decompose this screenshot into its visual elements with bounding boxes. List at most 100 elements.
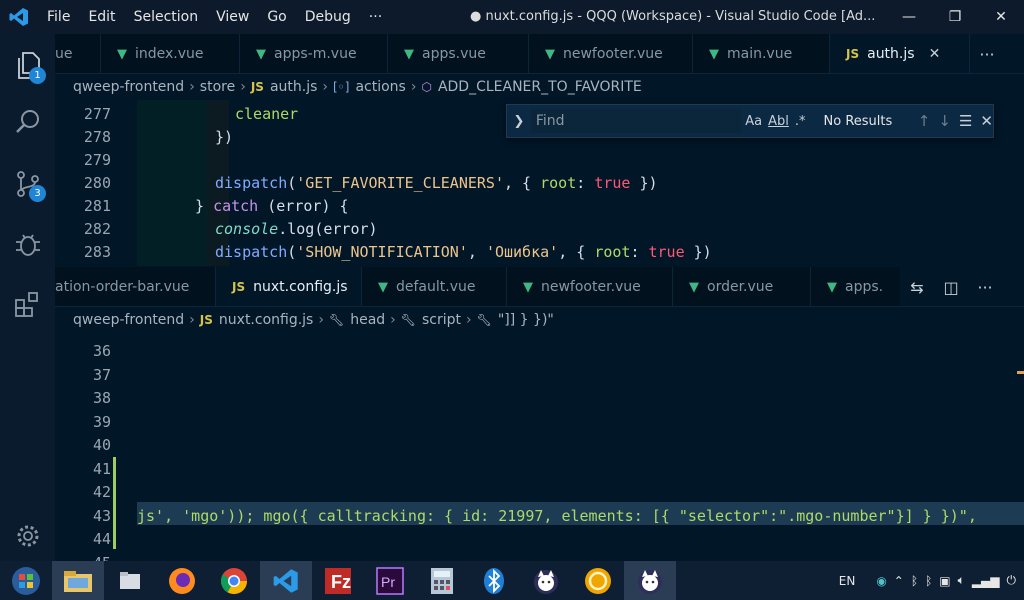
code-line[interactable]: 280 dispatch('GET_FAVORITE_CLEANERS', { r… [55, 172, 1024, 195]
compare-changes-icon[interactable]: ⇆ [900, 278, 934, 297]
tab-default-vue[interactable]: ▼ default.vue [362, 267, 507, 306]
taskbar-firefox[interactable] [156, 561, 208, 600]
tab-newfooter-vue[interactable]: ▼ newfooter.vue [507, 267, 673, 306]
menu-more[interactable]: ··· [360, 0, 391, 34]
taskbar-premiere[interactable]: Pr [364, 561, 416, 600]
breadcrumb-item[interactable]: head [350, 312, 385, 328]
menu-selection[interactable]: Selection [125, 0, 208, 34]
menu-edit[interactable]: Edit [79, 0, 124, 34]
settings-button[interactable] [0, 508, 55, 564]
chevron-right-icon[interactable]: ❯ [507, 114, 531, 129]
code-line[interactable]: 40 [55, 434, 1024, 457]
breadcrumb-item[interactable]: ADD_CLEANER_TO_FAVORITE [438, 79, 642, 95]
close-icon[interactable]: ✕ [929, 46, 941, 62]
code-line[interactable]: 38 [55, 387, 1024, 410]
breadcrumb-item[interactable]: store [200, 79, 235, 95]
code-line[interactable]: 43 js', 'mgo')); mgo({ calltracking: { id… [55, 505, 1024, 528]
breadcrumb-item[interactable]: actions [355, 79, 405, 95]
bluetooth-tray-icon-2[interactable]: ᛒ [925, 574, 932, 588]
taskbar-chrome[interactable] [208, 561, 260, 600]
find-in-selection-icon[interactable]: ☰ [959, 112, 972, 130]
language-indicator[interactable]: EN [839, 574, 856, 588]
taskbar-app-cat[interactable] [520, 561, 572, 600]
match-case-toggle[interactable]: Aa [745, 114, 762, 129]
tab-newfooter-vue[interactable]: ▼ newfooter.vue [529, 34, 693, 73]
code-line[interactable]: 36 [55, 340, 1024, 363]
code-line[interactable]: 44 [55, 528, 1024, 551]
breadcrumb-item[interactable]: script [422, 312, 461, 328]
vue-file-icon: ▼ [404, 46, 414, 62]
tray-up-arrow-icon[interactable]: ⌃ [894, 574, 904, 588]
tab-nuxt-config-js[interactable]: JS nuxt.config.js [216, 267, 362, 306]
taskbar-file-explorer[interactable] [52, 561, 104, 600]
window-title: ● nuxt.config.js - QQQ (Workspace) - Vis… [470, 9, 876, 24]
menu-debug[interactable]: Debug [296, 0, 360, 34]
code-line[interactable]: 282 console.log(error) [55, 218, 1024, 241]
system-tray: EN ◉ ⌃ ᛒ ᛒ ▣ 🔈︎ ▂▄▆ ⏻ [839, 561, 1024, 600]
file-explorer-icon [64, 570, 92, 592]
line-number: 42 [92, 483, 111, 501]
taskbar-filezilla[interactable]: Fz [312, 561, 364, 600]
volume-icon[interactable]: 🔈︎ [958, 573, 965, 588]
code-line[interactable]: 42 [55, 481, 1024, 504]
menu-view[interactable]: View [207, 0, 258, 34]
tab-label: nuxt.config.js [253, 279, 348, 295]
restore-button[interactable]: ❐ [932, 0, 978, 34]
tab-auth-js[interactable]: JS auth.js ✕ [830, 34, 970, 73]
tab-apps-vue-partial[interactable]: ▼ apps. [811, 267, 911, 306]
wrench-icon: 🔧︎ [476, 313, 492, 327]
code-line[interactable]: 279 [55, 149, 1024, 172]
minimize-button[interactable]: — [886, 0, 932, 34]
breadcrumb-item[interactable]: nuxt.config.js [219, 312, 313, 328]
more-actions-icon[interactable]: ··· [968, 278, 1002, 297]
close-window-button[interactable]: ✕ [978, 0, 1024, 34]
menu-file[interactable]: File [38, 0, 79, 34]
start-button[interactable] [0, 561, 52, 600]
tray-app-icon[interactable]: ◉ [876, 574, 886, 588]
taskbar-app-circle[interactable] [572, 561, 624, 600]
breadcrumb-item[interactable]: "]] } })" [498, 312, 554, 328]
tab-reservation-order-bar-vue[interactable]: ation-order-bar.vue [55, 267, 216, 306]
taskbar-calculator[interactable] [416, 561, 468, 600]
extensions-button[interactable] [0, 276, 55, 332]
network-signal-icon[interactable]: ▂▄▆ [972, 574, 1000, 588]
code-line[interactable]: 45 [55, 552, 1024, 562]
tab-label: newfooter.vue [541, 279, 641, 295]
code-line[interactable]: 41 [55, 458, 1024, 481]
taskbar-vscode[interactable] [260, 561, 312, 600]
close-icon[interactable]: ✕ [980, 112, 993, 130]
code-line[interactable]: 283 dispatch('SHOW_NOTIFICATION', 'Ошибка… [55, 241, 1024, 264]
breadcrumb-item[interactable]: auth.js [270, 79, 317, 95]
tab-main-vue[interactable]: ▼ main.vue [693, 34, 830, 73]
tab-apps-vue[interactable]: ▼ apps.vue [388, 34, 529, 73]
bluetooth-tray-icon[interactable]: ᛒ [911, 574, 918, 588]
whole-word-toggle[interactable]: Abl [768, 114, 789, 129]
more-actions-icon[interactable]: ··· [970, 45, 1004, 64]
split-editor-icon[interactable]: ◫ [934, 278, 968, 297]
taskbar-bluetooth[interactable] [468, 561, 520, 600]
tab-index-vue[interactable]: ▼ index.vue [101, 34, 240, 73]
code-text: console.log(error) [215, 220, 378, 238]
tab-apps-m-vue[interactable]: ▼ apps-m.vue [240, 34, 388, 73]
arrow-down-icon[interactable]: ↓ [938, 112, 951, 130]
code-line[interactable]: 39 [55, 411, 1024, 434]
tab-order-vue[interactable]: ▼ order.vue [673, 267, 811, 306]
search-button[interactable] [0, 94, 55, 150]
tab-ue[interactable]: ue [55, 34, 101, 73]
power-icon[interactable]: ⏻ [1007, 573, 1017, 588]
bottom-code-editor[interactable]: 36 37 38 39 40 41 42 43 js', 'mgo')); mgo({ call… [55, 333, 1024, 561]
find-input[interactable]: Find [530, 109, 742, 133]
source-control-button[interactable]: 3 [0, 156, 55, 212]
device-tray-icon[interactable]: ▣ [939, 574, 950, 588]
arrow-up-icon[interactable]: ↑ [918, 112, 931, 130]
regex-toggle[interactable]: .* [795, 114, 806, 129]
taskbar-app-cat-2[interactable] [624, 561, 676, 600]
menu-go[interactable]: Go [258, 0, 295, 34]
taskbar-folder[interactable] [104, 561, 156, 600]
code-line[interactable]: 281} catch (error) { [55, 195, 1024, 218]
code-line[interactable]: 37 [55, 364, 1024, 387]
debug-button[interactable] [0, 216, 55, 272]
explorer-button[interactable]: 1 [0, 38, 55, 94]
breadcrumb-item[interactable]: qweep-frontend [73, 79, 184, 95]
breadcrumb-item[interactable]: qweep-frontend [73, 312, 184, 328]
